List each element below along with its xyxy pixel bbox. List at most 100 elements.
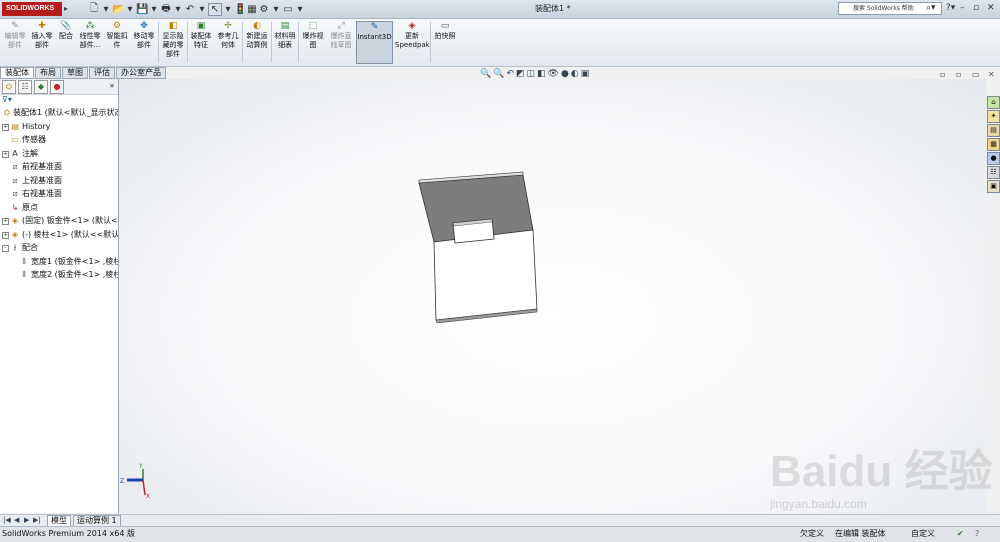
window-icon[interactable]: ▭	[282, 4, 294, 15]
dropdown-arrow-icon[interactable]: ▾	[270, 4, 282, 15]
edit-component-button[interactable]: ✎ 编辑零 部件	[2, 21, 28, 64]
show-hidden-components-button[interactable]: ◧ 显示隐 藏的零 部件	[160, 21, 186, 64]
last-tab-icon[interactable]: ▶|	[33, 516, 41, 524]
assembly-features-button[interactable]: ▣ 装配体 特征	[189, 21, 213, 64]
viewport-restore-icon[interactable]: ▫	[940, 70, 945, 79]
minimize-icon[interactable]: –	[960, 3, 965, 13]
filter-icon[interactable]: ⊽▾	[2, 95, 12, 104]
instant3d-button[interactable]: ✎ Instant3D	[356, 21, 393, 64]
explode-line-sketch-button[interactable]: ⤢ 爆炸直 线草图	[327, 21, 355, 64]
undo-icon[interactable]: ↶	[184, 4, 196, 15]
view-orientation-icon[interactable]: ◫	[527, 69, 538, 79]
resources-icon[interactable]: ⌂	[987, 96, 1000, 109]
mate-button[interactable]: 📎 配合	[56, 21, 76, 64]
expand-icon[interactable]: +	[2, 123, 9, 131]
dropdown-arrow-icon[interactable]: ▾	[124, 4, 136, 15]
file-properties-icon[interactable]: ▦	[246, 4, 258, 15]
expand-icon[interactable]: +	[2, 150, 9, 158]
dropdown-arrow-icon[interactable]: ▾	[222, 4, 234, 15]
tab-assembly[interactable]: 装配体	[0, 67, 34, 79]
motion-study-icon: ◐	[253, 21, 261, 31]
tree-item-mates[interactable]: - ⫲ 配合	[0, 241, 118, 255]
dropdown-arrow-icon[interactable]: ▾	[100, 4, 112, 15]
appearances-icon[interactable]: ●	[987, 152, 1000, 165]
dropdown-arrow-icon[interactable]: ▾	[294, 4, 306, 15]
next-tab-icon[interactable]: ▶	[24, 516, 29, 524]
tab-sketch[interactable]: 草图	[62, 67, 88, 79]
insert-components-button[interactable]: ✚ 插入零 部件	[29, 21, 55, 64]
expand-icon[interactable]: +	[2, 218, 9, 225]
expand-panel-icon[interactable]: »	[106, 80, 118, 92]
first-tab-icon[interactable]: |◀	[3, 516, 11, 524]
display-manager-tab-icon[interactable]: ●	[50, 80, 64, 94]
display-style-icon[interactable]: ◧	[537, 69, 548, 79]
viewport-tile-icon[interactable]: ▫	[956, 70, 961, 79]
tree-item-front-plane[interactable]: ⧄ 前视基准面	[0, 160, 118, 174]
rebuild-status-icon[interactable]: ✔	[957, 527, 964, 541]
tree-item-prism-part[interactable]: + ◈ (-) 棱柱<1> (默认<<默认>_	[0, 228, 118, 242]
take-snapshot-button[interactable]: ▭ 拍快照	[432, 21, 458, 64]
restore-icon[interactable]: ▫	[973, 3, 979, 13]
help-icon[interactable]: ?▾	[946, 3, 955, 13]
appearance-icon[interactable]: ●	[561, 69, 571, 79]
tab-evaluate[interactable]: 评估	[89, 67, 115, 79]
file-explorer-icon[interactable]: ▤	[987, 124, 1000, 137]
sheetmetal-front-face[interactable]	[433, 229, 538, 321]
scene-icon[interactable]: ◐	[571, 69, 581, 79]
configuration-manager-tab-icon[interactable]: ◆	[34, 80, 48, 94]
hide-show-icon[interactable]: 👁	[548, 69, 561, 79]
linear-pattern-button[interactable]: ⁂ 线性零 部件...	[77, 21, 103, 64]
tree-item-sensors[interactable]: ▭ 传感器	[0, 133, 118, 147]
help-status-icon[interactable]: ?	[975, 527, 979, 541]
previous-view-icon[interactable]: ↶	[506, 69, 516, 79]
close-icon[interactable]: ✕	[987, 3, 995, 13]
section-view-icon[interactable]: ◩	[516, 69, 527, 79]
rebuild-icon[interactable]: 🚦	[234, 4, 246, 15]
bill-of-materials-button[interactable]: ▤ 材料明 细表	[273, 21, 297, 64]
smart-fasteners-button[interactable]: ⚙ 智能扣 件	[104, 21, 130, 64]
reference-geometry-button[interactable]: ✢ 参考几 何体	[215, 21, 241, 64]
tab-layout[interactable]: 布局	[35, 67, 61, 79]
feature-manager-tab-icon[interactable]: ⛭	[2, 80, 16, 94]
tree-item-top-plane[interactable]: ⧄ 上视基准面	[0, 174, 118, 188]
tree-item-right-plane[interactable]: ⧄ 右视基准面	[0, 187, 118, 201]
dropdown-arrow-icon[interactable]: ▾	[172, 4, 184, 15]
dropdown-arrow-icon[interactable]: ▾	[148, 4, 160, 15]
tab-office-products[interactable]: 办公室产品	[116, 67, 166, 79]
view-palette-icon[interactable]: ▦	[987, 138, 1000, 151]
move-component-button[interactable]: ✥ 移动零 部件	[131, 21, 157, 64]
new-document-icon[interactable]: 🗋	[88, 1, 100, 18]
solidworks-logo[interactable]: SOLIDWORKS	[2, 2, 62, 16]
zoom-to-area-icon[interactable]: 🔍	[493, 69, 506, 79]
save-icon[interactable]: 💾	[136, 4, 148, 15]
custom-properties-icon[interactable]: ☷	[987, 166, 1000, 179]
zoom-to-fit-icon[interactable]: 🔍	[480, 69, 493, 79]
collapse-icon[interactable]: -	[2, 245, 9, 252]
viewport-minimize-icon[interactable]: ▭	[972, 70, 980, 79]
exploded-view-button[interactable]: ⬚ 爆炸视 图	[300, 21, 326, 64]
select-icon[interactable]: ↖	[208, 2, 222, 16]
tree-item-assembly[interactable]: ⛭ 装配体1 (默认<默认_显示状态	[0, 106, 118, 120]
new-motion-study-button[interactable]: ◐ 新建运 动算例	[244, 21, 270, 64]
design-library-icon[interactable]: ✦	[987, 110, 1000, 123]
tree-item-width-mate-1[interactable]: ⫴ 宽度1 (钣金件<1> ,棱柱	[0, 255, 118, 269]
viewport-close-icon[interactable]: ✕	[988, 70, 995, 79]
status-units-custom[interactable]: 自定义	[911, 527, 935, 541]
search-icon[interactable]: ⌕▾	[926, 3, 936, 13]
view-settings-icon[interactable]: ▣	[581, 69, 592, 79]
tree-item-sheetmetal-part[interactable]: + ◈ (固定) 钣金件<1> (默认<<	[0, 214, 118, 228]
tree-item-history[interactable]: + ▤ History	[0, 120, 118, 134]
options-icon[interactable]: ⚙	[258, 4, 270, 15]
property-manager-tab-icon[interactable]: ☷	[18, 80, 32, 94]
expand-icon[interactable]: +	[2, 231, 9, 239]
tree-item-origin[interactable]: ↳ 原点	[0, 201, 118, 215]
print-icon[interactable]: 🖶	[160, 1, 172, 18]
tree-item-annotations[interactable]: + A 注解	[0, 147, 118, 161]
tree-item-width-mate-2[interactable]: ⫴ 宽度2 (钣金件<1> ,棱柱	[0, 268, 118, 282]
open-icon[interactable]: 📂	[112, 4, 124, 15]
prev-tab-icon[interactable]: ◀	[14, 516, 19, 524]
dropdown-arrow-icon[interactable]: ▾	[196, 4, 208, 15]
logo-menu-arrow-icon[interactable]: ▸	[64, 3, 72, 15]
update-speedpak-button[interactable]: ◈ 更新 Speedpak	[395, 21, 430, 64]
solidworks-forum-icon[interactable]: ▣	[987, 180, 1000, 193]
